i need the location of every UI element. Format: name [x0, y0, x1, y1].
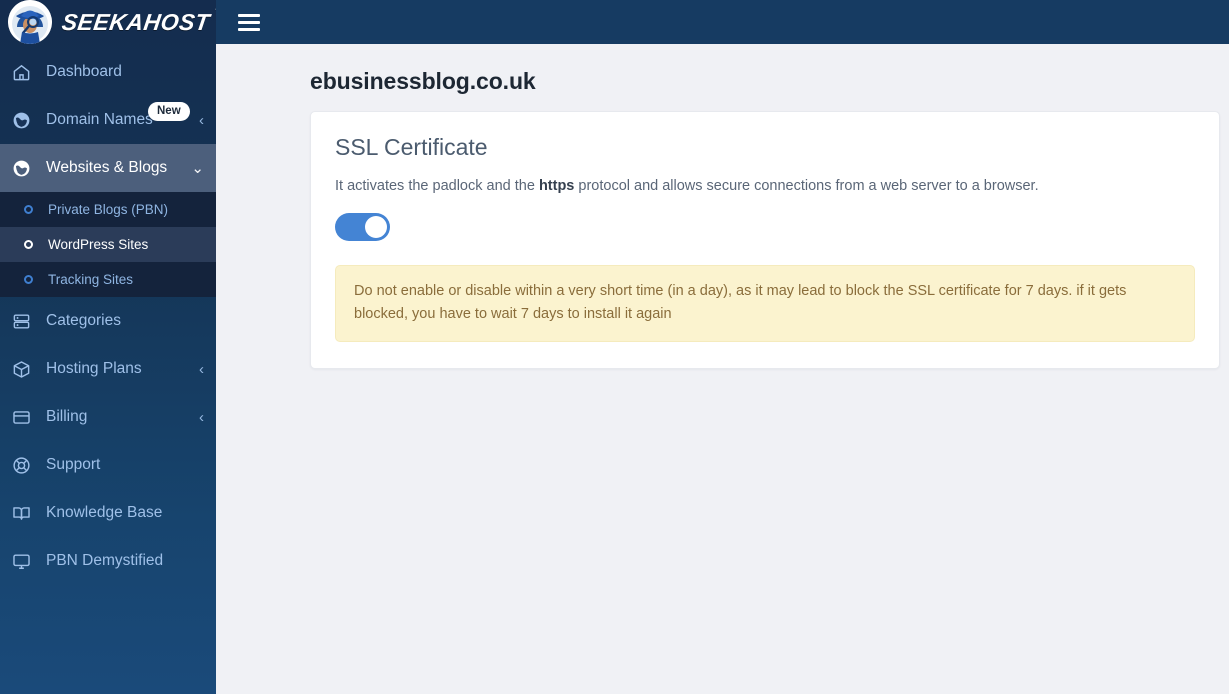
brand-wordmark: SEEKAHOST ™ [60, 7, 216, 36]
chevron-left-icon: ‹ [199, 408, 204, 426]
sidebar-item-label: Billing [46, 408, 88, 425]
sidebar-item-domain-names[interactable]: Domain Names New ‹ [0, 96, 216, 144]
globe-icon [12, 111, 46, 130]
top-header-bar [216, 0, 1229, 44]
sidebar: SEEKAHOST ™ Dashboard [0, 0, 216, 694]
page-title: ebusinessblog.co.uk [310, 68, 536, 94]
app-root: SEEKAHOST ™ Dashboard [0, 0, 1229, 694]
sidebar-item-hosting-plans[interactable]: Hosting Plans ‹ [0, 345, 216, 393]
card-description: It activates the padlock and the https p… [335, 177, 1195, 197]
sidebar-item-websites-blogs[interactable]: Websites & Blogs ⌄ [0, 144, 216, 192]
sidebar-item-label: Domain Names [46, 111, 153, 128]
content-area: ebusinessblog.co.uk SSL Certificate It a… [216, 44, 1229, 370]
ssl-certificate-card: SSL Certificate It activates the padlock… [310, 111, 1220, 370]
circle-icon [24, 240, 48, 249]
book-icon [12, 504, 46, 523]
life-ring-icon [12, 456, 46, 475]
sidebar-item-dashboard[interactable]: Dashboard [0, 48, 216, 96]
globe-icon [12, 159, 46, 178]
toggle-knob [365, 215, 387, 238]
brand-header[interactable]: SEEKAHOST ™ [0, 0, 216, 44]
sidebar-item-label: Websites & Blogs [46, 159, 168, 176]
sidebar-submenu-websites-blogs: Private Blogs (PBN) WordPress Sites Trac… [0, 192, 216, 297]
sidebar-item-support[interactable]: Support [0, 441, 216, 489]
server-icon [12, 312, 46, 331]
main-area: ebusinessblog.co.uk SSL Certificate It a… [216, 0, 1229, 694]
trademark-symbol: ™ [215, 7, 216, 17]
sidebar-item-pbn-demystified[interactable]: PBN Demystified [0, 537, 216, 585]
credit-card-icon [12, 408, 46, 427]
sidebar-subitem-label: Tracking Sites [48, 272, 134, 287]
sidebar-item-billing[interactable]: Billing ‹ [0, 393, 216, 441]
sidebar-item-knowledge-base[interactable]: Knowledge Base [0, 489, 216, 537]
sidebar-item-label: PBN Demystified [46, 552, 164, 569]
sidebar-item-label: Categories [46, 312, 121, 329]
sidebar-item-label: Knowledge Base [46, 504, 163, 521]
ssl-warning-alert: Do not enable or disable within a very s… [335, 264, 1195, 343]
chevron-down-icon: ⌄ [191, 159, 204, 177]
sidebar-item-label: Dashboard [46, 63, 122, 80]
description-part-2: protocol and allows secure connections f… [574, 178, 1039, 194]
sidebar-nav: Dashboard Domain Names New ‹ Websites & … [0, 44, 216, 585]
sidebar-item-label: Support [46, 456, 101, 473]
sidebar-subitem-wordpress-sites[interactable]: WordPress Sites [0, 227, 216, 262]
new-badge: New [148, 102, 190, 121]
hamburger-menu-icon[interactable] [238, 13, 260, 31]
card-title: SSL Certificate [335, 134, 488, 160]
circle-icon [24, 275, 48, 284]
brand-name: SEEKAHOST [60, 8, 212, 35]
ssl-toggle-switch[interactable] [335, 212, 390, 241]
sidebar-item-label: Hosting Plans [46, 360, 142, 377]
sidebar-item-categories[interactable]: Categories [0, 297, 216, 345]
box-icon [12, 360, 46, 379]
detective-avatar-icon [8, 0, 52, 44]
sidebar-subitem-private-blogs[interactable]: Private Blogs (PBN) [0, 192, 216, 227]
sidebar-subitem-label: WordPress Sites [48, 237, 149, 252]
description-part-1: It activates the padlock and the [335, 178, 539, 194]
sidebar-subitem-label: Private Blogs (PBN) [48, 202, 169, 217]
circle-icon [24, 205, 48, 214]
chevron-left-icon: ‹ [199, 111, 204, 129]
home-icon [12, 63, 46, 82]
chevron-left-icon: ‹ [199, 360, 204, 378]
description-https: https [538, 178, 575, 194]
monitor-icon [12, 552, 46, 571]
sidebar-subitem-tracking-sites[interactable]: Tracking Sites [0, 262, 216, 297]
